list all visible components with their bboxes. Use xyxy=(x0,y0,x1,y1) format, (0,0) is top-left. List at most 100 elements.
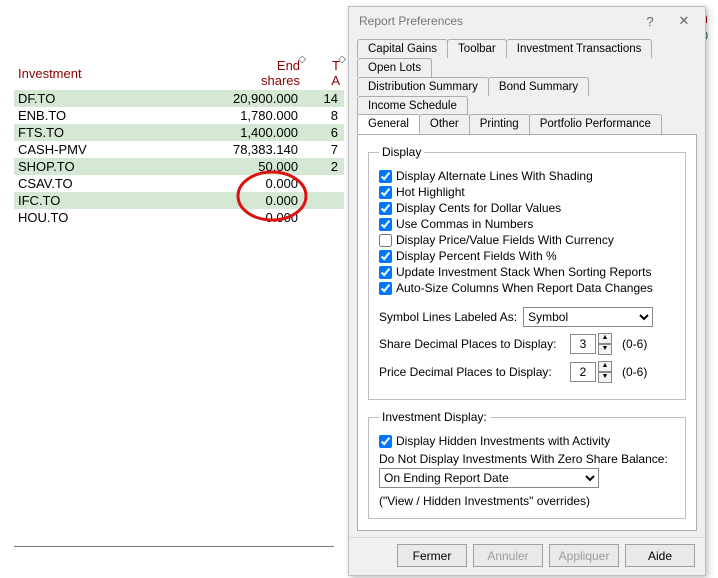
dialog-title: Report Preferences xyxy=(359,14,633,28)
display-group: Display Display Alternate Lines With Sha… xyxy=(368,145,686,400)
zero-balance-label: Do Not Display Investments With Zero Sha… xyxy=(379,452,675,466)
investment-display-legend: Investment Display: xyxy=(379,410,490,424)
tab-printing[interactable]: Printing xyxy=(469,114,530,134)
investments-table: Investment Endshares ◇ T A ◇ DF.TO20,900… xyxy=(14,56,344,226)
price-dec-label: Price Decimal Places to Display: xyxy=(379,365,564,379)
chk-update-stack[interactable] xyxy=(379,266,392,279)
tab-investment-transactions[interactable]: Investment Transactions xyxy=(506,39,653,58)
report-divider xyxy=(14,546,334,547)
cell-end-shares: 1,400.000 xyxy=(170,124,305,141)
chk-price-currency[interactable] xyxy=(379,234,392,247)
cell-symbol: HOU.TO xyxy=(14,209,170,226)
col-investment-label: Investment xyxy=(18,66,82,81)
price-dec-input[interactable] xyxy=(570,362,596,382)
chk-hot-highlight-label: Hot Highlight xyxy=(396,185,465,199)
table-row[interactable]: CSAV.TO0.000 xyxy=(14,175,344,192)
chk-alt-lines[interactable] xyxy=(379,170,392,183)
col-end-shares-label: Endshares xyxy=(261,58,300,88)
cell-t xyxy=(304,209,344,226)
help-button[interactable]: ? xyxy=(633,9,667,33)
cell-end-shares: 78,383.140 xyxy=(170,141,305,158)
chk-cents[interactable] xyxy=(379,202,392,215)
spin-down-icon[interactable]: ▼ xyxy=(598,344,612,355)
col-t[interactable]: T A ◇ xyxy=(304,56,344,90)
tab-portfolio-performance[interactable]: Portfolio Performance xyxy=(529,114,662,134)
chk-hidden-activity-label: Display Hidden Investments with Activity xyxy=(396,434,610,448)
table-row[interactable]: CASH-PMV78,383.1407 xyxy=(14,141,344,158)
tab-toolbar[interactable]: Toolbar xyxy=(447,39,507,58)
chk-hidden-activity[interactable] xyxy=(379,435,392,448)
cell-symbol: FTS.TO xyxy=(14,124,170,141)
cell-end-shares: 20,900.000 xyxy=(170,90,305,107)
apply-button[interactable]: Appliquer xyxy=(549,544,619,567)
cell-t: 14 xyxy=(304,90,344,107)
tab-bond-summary[interactable]: Bond Summary xyxy=(488,77,589,96)
share-dec-range: (0-6) xyxy=(622,337,647,351)
tab-general[interactable]: General xyxy=(357,114,420,134)
chk-cents-label: Display Cents for Dollar Values xyxy=(396,201,561,215)
table-row[interactable]: FTS.TO1,400.0006 xyxy=(14,124,344,141)
cell-symbol: ENB.TO xyxy=(14,107,170,124)
tab-page-general: Display Display Alternate Lines With Sha… xyxy=(357,134,697,531)
cell-t: 2 xyxy=(304,158,344,175)
tab-open-lots[interactable]: Open Lots xyxy=(357,58,432,77)
cell-t xyxy=(304,192,344,209)
share-dec-spinner[interactable]: ▲▼ xyxy=(570,333,612,355)
tab-income-schedule[interactable]: Income Schedule xyxy=(357,96,468,115)
cell-t: 6 xyxy=(304,124,344,141)
cancel-button[interactable]: Annuler xyxy=(473,544,543,567)
report-preferences-dialog: Report Preferences ? ✕ Capital GainsTool… xyxy=(348,6,706,576)
chk-autosize[interactable] xyxy=(379,282,392,295)
spin-up-icon[interactable]: ▲ xyxy=(598,333,612,344)
zero-balance-select[interactable]: On Ending Report Date xyxy=(379,468,599,488)
cell-end-shares: 0.000 xyxy=(170,175,305,192)
cell-symbol: SHOP.TO xyxy=(14,158,170,175)
chk-commas[interactable] xyxy=(379,218,392,231)
chk-hot-highlight[interactable] xyxy=(379,186,392,199)
sort-indicator-icon: ◇ xyxy=(338,54,346,65)
investment-display-group: Investment Display: Display Hidden Inves… xyxy=(368,410,686,519)
chk-percent-label: Display Percent Fields With % xyxy=(396,249,557,263)
price-dec-spinner[interactable]: ▲▼ xyxy=(570,361,612,383)
chk-price-currency-label: Display Price/Value Fields With Currency xyxy=(396,233,614,247)
dialog-button-bar: Fermer Annuler Appliquer Aide xyxy=(349,537,705,575)
cell-symbol: CASH-PMV xyxy=(14,141,170,158)
tab-distribution-summary[interactable]: Distribution Summary xyxy=(357,77,489,96)
cell-t xyxy=(304,175,344,192)
close-dialog-button[interactable]: Fermer xyxy=(397,544,467,567)
table-row[interactable]: DF.TO20,900.00014 xyxy=(14,90,344,107)
cell-end-shares: 0.000 xyxy=(170,192,305,209)
chk-percent[interactable] xyxy=(379,250,392,263)
col-a-label: A xyxy=(331,73,340,88)
table-row[interactable]: ENB.TO1,780.0008 xyxy=(14,107,344,124)
tab-capital-gains[interactable]: Capital Gains xyxy=(357,39,448,58)
cell-symbol: DF.TO xyxy=(14,90,170,107)
chk-update-stack-label: Update Investment Stack When Sorting Rep… xyxy=(396,265,651,279)
cell-t: 7 xyxy=(304,141,344,158)
cell-end-shares: 50.000 xyxy=(170,158,305,175)
spin-up-icon[interactable]: ▲ xyxy=(598,361,612,372)
price-dec-range: (0-6) xyxy=(622,365,647,379)
cell-symbol: IFC.TO xyxy=(14,192,170,209)
table-row[interactable]: HOU.TO0.000 xyxy=(14,209,344,226)
chk-commas-label: Use Commas in Numbers xyxy=(396,217,533,231)
symbol-lines-label: Symbol Lines Labeled As: xyxy=(379,310,517,324)
col-investment[interactable]: Investment xyxy=(14,56,170,90)
share-dec-input[interactable] xyxy=(570,334,596,354)
display-group-legend: Display xyxy=(379,145,424,159)
table-row[interactable]: IFC.TO0.000 xyxy=(14,192,344,209)
tab-strip: Capital GainsToolbarInvestment Transacti… xyxy=(349,35,705,134)
spin-down-icon[interactable]: ▼ xyxy=(598,372,612,383)
share-dec-label: Share Decimal Places to Display: xyxy=(379,337,564,351)
close-button[interactable]: ✕ xyxy=(667,9,701,33)
cell-t: 8 xyxy=(304,107,344,124)
override-note: ("View / Hidden Investments" overrides) xyxy=(379,494,675,508)
help-dialog-button[interactable]: Aide xyxy=(625,544,695,567)
cell-end-shares: 0.000 xyxy=(170,209,305,226)
cell-symbol: CSAV.TO xyxy=(14,175,170,192)
tab-other[interactable]: Other xyxy=(419,114,470,134)
symbol-lines-select[interactable]: Symbol xyxy=(523,307,653,327)
table-row[interactable]: SHOP.TO50.0002 xyxy=(14,158,344,175)
chk-alt-lines-label: Display Alternate Lines With Shading xyxy=(396,169,593,183)
col-end-shares[interactable]: Endshares ◇ xyxy=(170,56,305,90)
